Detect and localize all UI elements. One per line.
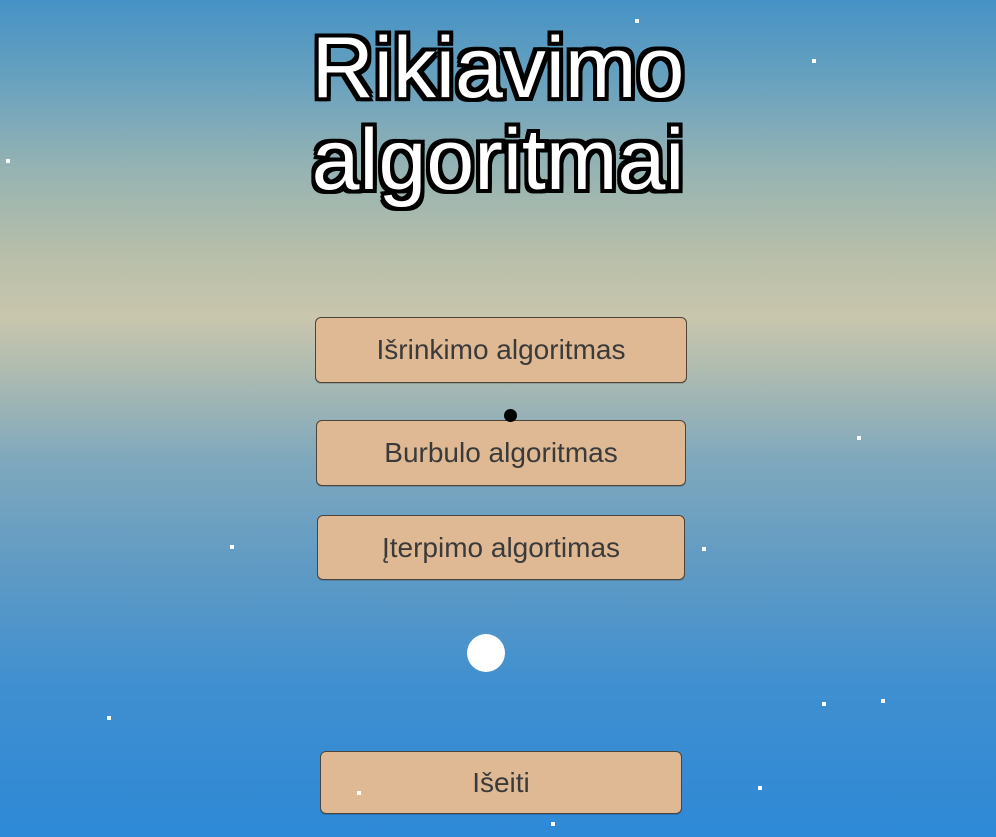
star-icon — [758, 786, 762, 790]
star-icon — [822, 702, 826, 706]
star-icon — [635, 19, 639, 23]
star-icon — [107, 716, 111, 720]
game-title: Rikiavimo algoritmai — [0, 22, 996, 206]
star-icon — [812, 59, 816, 63]
star-icon — [230, 545, 234, 549]
game-title-line1: Rikiavimo — [311, 20, 685, 116]
star-icon — [6, 159, 10, 163]
star-icon — [551, 822, 555, 826]
game-title-line2: algoritmai — [311, 112, 685, 208]
cursor-dot — [504, 409, 517, 422]
insertion-sort-button[interactable]: Įterpimo algortimas — [317, 515, 685, 580]
selection-sort-button[interactable]: Išrinkimo algoritmas — [315, 317, 687, 383]
bubble-sort-button[interactable]: Burbulo algoritmas — [316, 420, 686, 486]
exit-button[interactable]: Išeiti — [320, 751, 682, 814]
star-icon — [702, 547, 706, 551]
star-icon — [881, 699, 885, 703]
white-ball — [467, 634, 505, 672]
star-icon — [857, 436, 861, 440]
crescent-moon-icon — [152, 747, 171, 780]
star-icon — [357, 791, 361, 795]
